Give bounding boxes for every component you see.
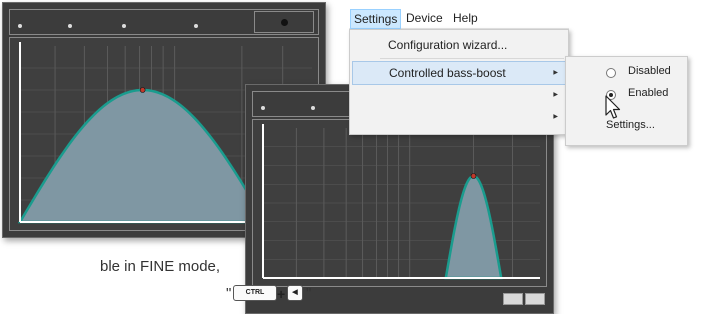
submenu-arrow-icon: ▶ — [553, 70, 558, 76]
submenu-arrow-icon: ▶ — [553, 92, 558, 98]
radio-option[interactable] — [311, 105, 317, 110]
eq-peak-handle — [139, 87, 146, 93]
submenu-item-disabled[interactable]: Disabled — [628, 65, 671, 77]
radio-option[interactable] — [261, 105, 267, 110]
menu-separator — [380, 58, 564, 59]
menu-item-configuration-wizard[interactable]: Configuration wizard... — [388, 38, 507, 52]
menu-help[interactable]: Help — [453, 11, 478, 25]
submenu-item-enabled[interactable]: Enabled — [628, 87, 668, 99]
menu-settings[interactable]: Settings — [350, 9, 402, 29]
status-led — [280, 19, 288, 26]
radio-disabled-icon — [606, 68, 616, 78]
caption-quote-open: " — [226, 285, 232, 302]
settings-dropdown: Configuration wizard... Controlled bass-… — [349, 29, 569, 135]
status-panel — [254, 11, 314, 33]
radio-option[interactable] — [18, 23, 24, 28]
caption-quote-close: " — [306, 285, 312, 302]
eq-curve-area — [444, 174, 503, 280]
left-arrow-key-icon: ◀ — [287, 285, 303, 301]
bass-boost-submenu: Disabled Enabled Settings... — [565, 56, 688, 146]
menu-item-label: Controlled bass-boost — [389, 66, 506, 80]
radio-option[interactable] — [122, 23, 128, 28]
caption-line-1: ble in FINE mode, — [100, 258, 221, 275]
menu-item-controlled-bass-boost[interactable]: Controlled bass-boost — [352, 61, 566, 85]
eq-peak-handle — [470, 173, 477, 179]
radio-option[interactable] — [194, 23, 200, 28]
submenu-arrow-icon: ▶ — [553, 114, 558, 120]
menu-device[interactable]: Device — [406, 11, 443, 25]
mouse-pointer-icon — [605, 95, 621, 119]
window-button[interactable] — [503, 293, 523, 305]
radio-option[interactable] — [68, 23, 74, 28]
window-toolbar — [9, 9, 319, 35]
eq-curve-right[interactable] — [253, 120, 546, 286]
eq-plot-right[interactable] — [252, 119, 547, 287]
menu-bar: Settings Device Help — [349, 8, 569, 29]
plus-sign: + — [277, 286, 286, 302]
ctrl-key-icon: CTRL — [233, 285, 277, 301]
window-button[interactable] — [525, 293, 545, 305]
